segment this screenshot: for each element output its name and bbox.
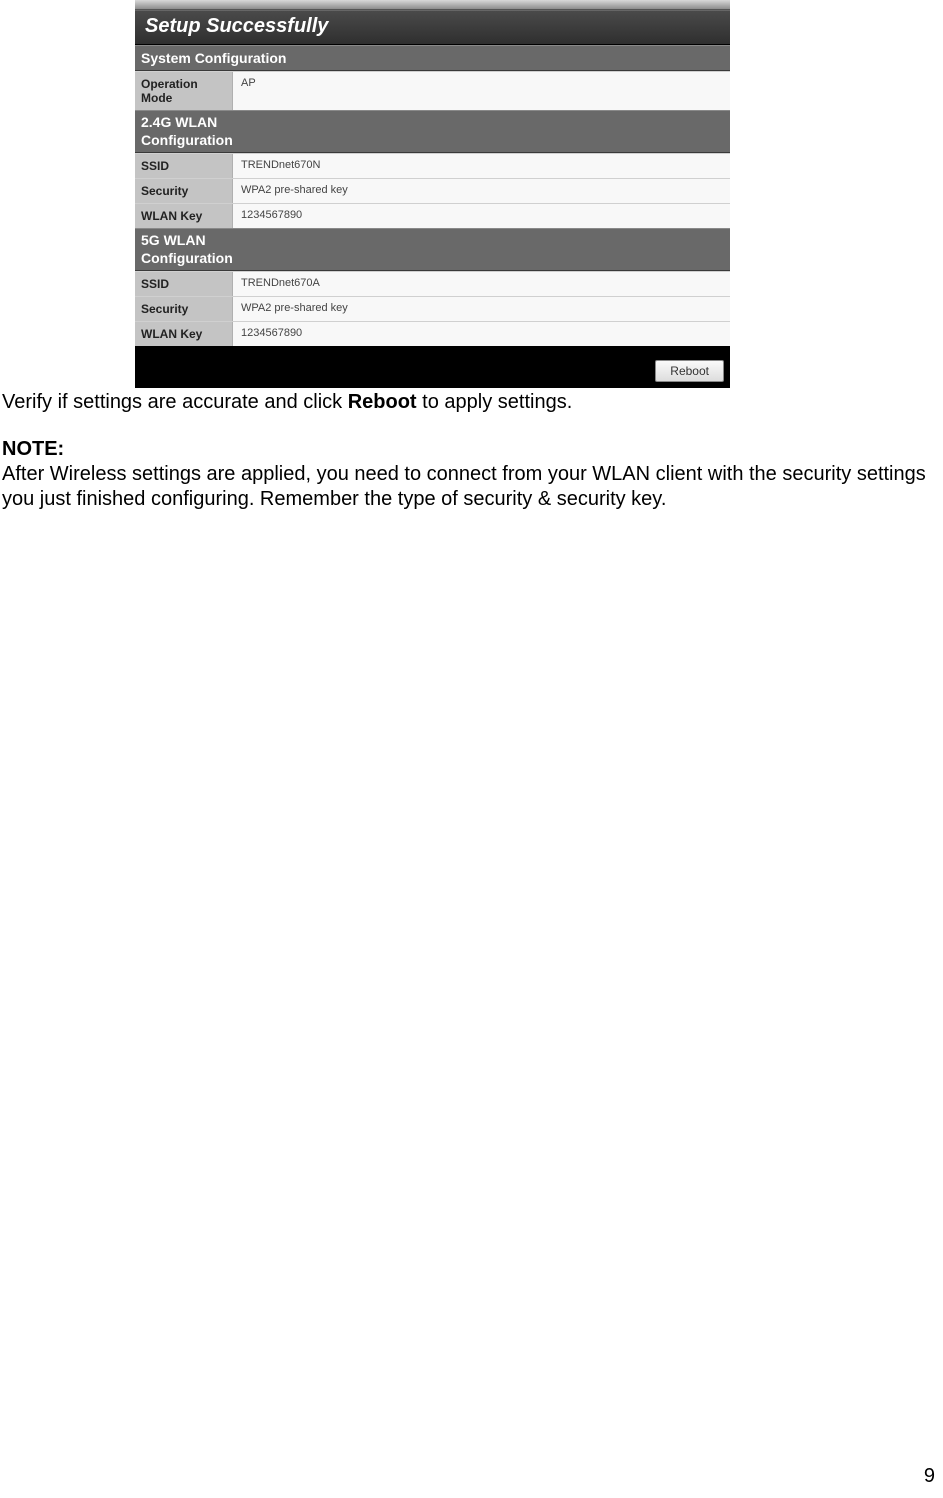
row-5g-wlan-key: WLAN Key 1234567890 bbox=[135, 321, 730, 346]
note-label: NOTE: bbox=[2, 438, 64, 460]
note-paragraph: NOTE: After Wireless settings are applie… bbox=[2, 437, 943, 512]
label-operation-mode: Operation Mode bbox=[135, 72, 233, 110]
value-operation-mode: AP bbox=[233, 72, 730, 110]
value-5g-wlan-key: 1234567890 bbox=[233, 322, 730, 346]
panel-footer: Reboot bbox=[135, 346, 730, 388]
value-24g-ssid: TRENDnet670N bbox=[233, 154, 730, 178]
label-5g-wlan-key: WLAN Key bbox=[135, 322, 233, 346]
value-5g-security: WPA2 pre-shared key bbox=[233, 297, 730, 321]
value-24g-wlan-key: 1234567890 bbox=[233, 204, 730, 228]
section-24g-line2: Configuration bbox=[141, 132, 233, 148]
value-5g-ssid: TRENDnet670A bbox=[233, 272, 730, 296]
note-body: After Wireless settings are applied, you… bbox=[2, 463, 926, 510]
verify-reboot-word: Reboot bbox=[348, 391, 417, 413]
panel-title: Setup Successfully bbox=[135, 10, 730, 45]
section-5g-wlan: 5G WLAN Configuration bbox=[135, 228, 730, 271]
label-24g-security: Security bbox=[135, 179, 233, 203]
row-5g-security: Security WPA2 pre-shared key bbox=[135, 296, 730, 321]
row-24g-wlan-key: WLAN Key 1234567890 bbox=[135, 203, 730, 228]
label-5g-ssid: SSID bbox=[135, 272, 233, 296]
reboot-button[interactable]: Reboot bbox=[655, 360, 724, 382]
config-panel: Setup Successfully System Configuration … bbox=[135, 0, 730, 388]
row-operation-mode: Operation Mode AP bbox=[135, 71, 730, 110]
row-24g-security: Security WPA2 pre-shared key bbox=[135, 178, 730, 203]
section-5g-line2: Configuration bbox=[141, 250, 233, 266]
verify-suffix: to apply settings. bbox=[417, 391, 573, 413]
value-24g-security: WPA2 pre-shared key bbox=[233, 179, 730, 203]
label-24g-wlan-key: WLAN Key bbox=[135, 204, 233, 228]
row-24g-ssid: SSID TRENDnet670N bbox=[135, 153, 730, 178]
config-panel-container: Setup Successfully System Configuration … bbox=[135, 0, 730, 388]
section-24g-wlan: 2.4G WLAN Configuration bbox=[135, 110, 730, 153]
label-24g-ssid: SSID bbox=[135, 154, 233, 178]
verify-prefix: Verify if settings are accurate and clic… bbox=[2, 391, 348, 413]
panel-topbar bbox=[135, 0, 730, 10]
row-5g-ssid: SSID TRENDnet670A bbox=[135, 271, 730, 296]
page-number: 9 bbox=[924, 1465, 935, 1488]
section-5g-line1: 5G WLAN bbox=[141, 232, 206, 248]
verify-paragraph: Verify if settings are accurate and clic… bbox=[2, 390, 943, 415]
label-5g-security: Security bbox=[135, 297, 233, 321]
section-system-configuration: System Configuration bbox=[135, 45, 730, 71]
section-24g-line1: 2.4G WLAN bbox=[141, 114, 217, 130]
document-text: Verify if settings are accurate and clic… bbox=[0, 388, 943, 512]
